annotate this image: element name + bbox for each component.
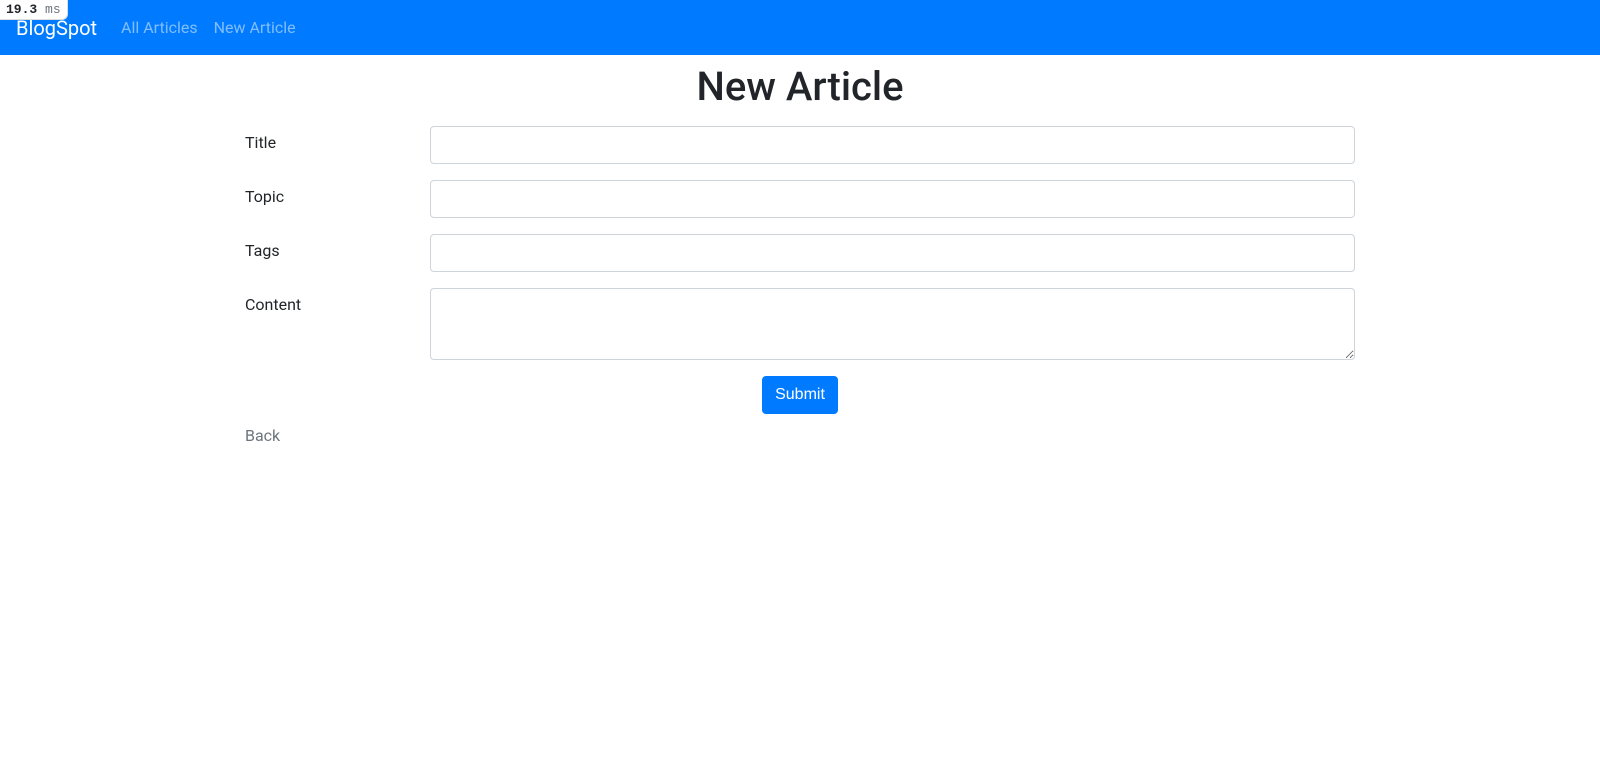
navbar-nav: All Articles New Article — [113, 18, 304, 37]
form-group-title: Title — [245, 126, 1355, 164]
textarea-content[interactable] — [430, 288, 1355, 360]
form-group-content: Content — [245, 288, 1355, 360]
main-container: New Article Title Topic Tags Content — [230, 63, 1370, 445]
new-article-form: Title Topic Tags Content Submit — [245, 126, 1355, 414]
label-tags: Tags — [245, 234, 430, 267]
label-topic: Topic — [245, 180, 430, 213]
input-topic[interactable] — [430, 180, 1355, 218]
back-link[interactable]: Back — [245, 426, 280, 445]
input-tags[interactable] — [430, 234, 1355, 272]
form-group-topic: Topic — [245, 180, 1355, 218]
form-group-tags: Tags — [245, 234, 1355, 272]
nav-link-all-articles[interactable]: All Articles — [113, 10, 206, 45]
perf-badge: 19.3 ms — [0, 0, 68, 20]
nav-link-new-article[interactable]: New Article — [206, 10, 304, 45]
perf-unit: ms — [45, 2, 61, 17]
submit-button[interactable]: Submit — [762, 376, 838, 414]
label-title: Title — [245, 126, 430, 159]
perf-value: 19.3 — [6, 2, 37, 17]
page-title: New Article — [245, 63, 1355, 110]
form-actions: Submit — [245, 376, 1355, 414]
navbar: BlogSpot All Articles New Article — [0, 0, 1600, 55]
input-title[interactable] — [430, 126, 1355, 164]
label-content: Content — [245, 288, 430, 321]
